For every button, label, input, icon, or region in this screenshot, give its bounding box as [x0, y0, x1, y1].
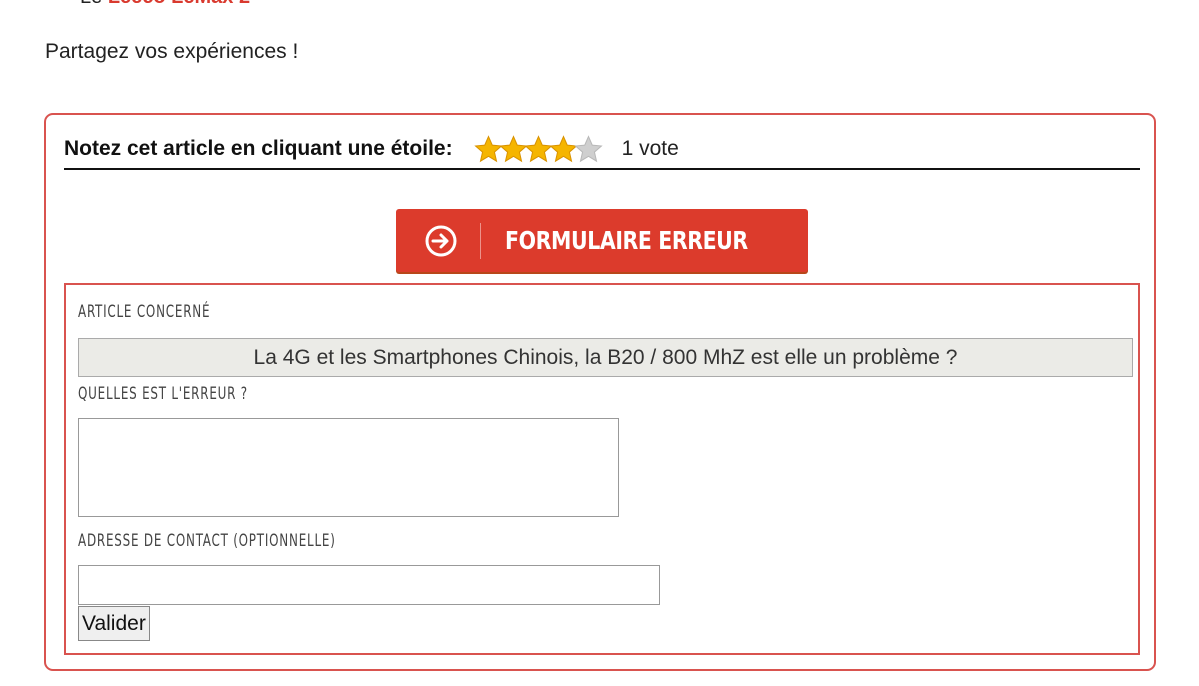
contact-label: ADRESSE DE CONTACT (OPTIONNELLE): [78, 531, 336, 551]
intro-text: Partagez vos expériences !: [45, 40, 299, 63]
submit-button[interactable]: Valider: [78, 606, 150, 641]
star-empty-icon[interactable]: [573, 134, 604, 165]
article-label: ARTICLE CONCERNÉ: [78, 302, 211, 322]
arrow-circle-right-icon: [425, 225, 457, 256]
button-separator: [480, 222, 481, 259]
error-label: QUELLES EST L'ERREUR ?: [78, 384, 248, 404]
vote-count: 1 vote: [621, 137, 679, 160]
error-form-button[interactable]: FORMULAIRE ERREUR: [396, 209, 808, 272]
contact-email-field[interactable]: [78, 565, 660, 605]
top-line-link[interactable]: Leeco LeMax 2: [108, 0, 250, 8]
error-textarea[interactable]: [78, 418, 619, 517]
error-form-button-label: FORMULAIRE ERREUR: [505, 226, 748, 255]
top-line-prefix: Le: [80, 0, 102, 8]
article-field: La 4G et les Smartphones Chinois, la B20…: [78, 338, 1133, 377]
top-line: Le Leeco LeMax 2: [80, 0, 250, 9]
rating-label: Notez cet article en cliquant une étoile…: [64, 137, 453, 160]
star-rating[interactable]: [473, 134, 603, 165]
rating-bar: Notez cet article en cliquant une étoile…: [64, 130, 1140, 170]
